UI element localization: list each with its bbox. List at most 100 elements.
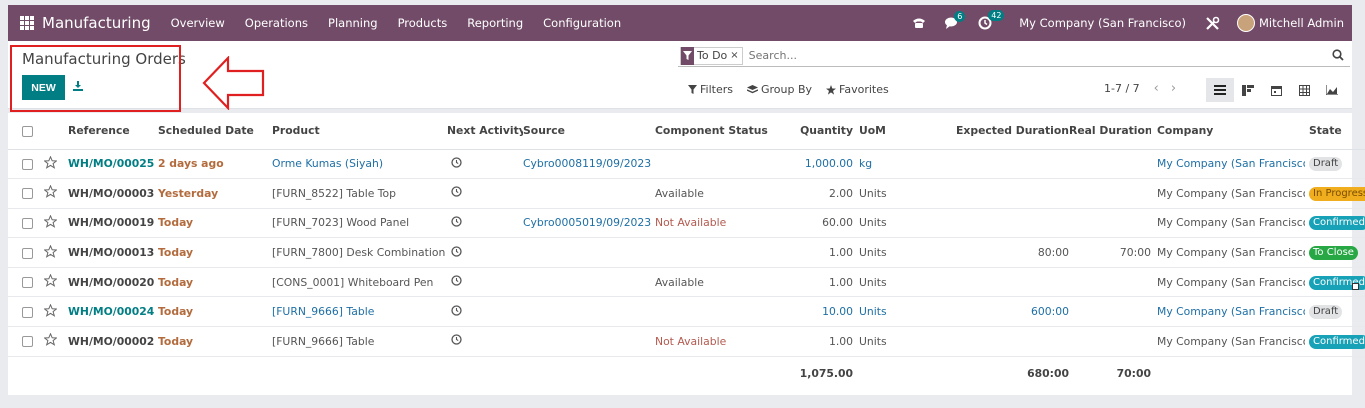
search-icon[interactable] <box>1332 49 1344 64</box>
col-reference[interactable]: Reference <box>68 113 158 150</box>
filter-icon <box>688 85 697 94</box>
total-expected-duration: 680:00 <box>1027 366 1069 380</box>
activity-clock-icon[interactable] <box>451 157 462 168</box>
annotation-highlight-box <box>10 45 181 112</box>
cell-reference[interactable]: WH/MO/00013 <box>68 237 158 268</box>
cell-product[interactable]: [FURN_9666] Table <box>272 296 447 328</box>
row-checkbox[interactable] <box>22 336 33 348</box>
row-checkbox[interactable] <box>22 158 33 170</box>
menu-configuration[interactable]: Configuration <box>543 16 621 30</box>
cell-product[interactable]: [FURN_9666] Table <box>272 326 447 357</box>
cell-real-duration <box>1069 296 1151 328</box>
tools-icon[interactable] <box>1205 16 1220 31</box>
cell-company: My Company (San Francisco) <box>1151 326 1305 357</box>
cell-scheduled-date: Yesterday <box>158 178 272 209</box>
facet-remove-icon[interactable]: × <box>730 50 741 61</box>
activity-clock-icon[interactable] <box>451 245 462 257</box>
cell-component-status <box>655 149 771 180</box>
resize-handle[interactable] <box>1352 283 1359 290</box>
activity-clock-icon[interactable] <box>451 186 462 198</box>
row-checkbox[interactable] <box>22 277 33 289</box>
cell-product[interactable]: [CONS_0001] Whiteboard Pen <box>272 267 447 298</box>
priority-star-icon[interactable] <box>44 303 58 317</box>
col-component-status[interactable]: Component Status <box>655 113 771 150</box>
priority-star-icon[interactable] <box>44 184 58 199</box>
cell-reference[interactable]: WH/MO/00024 <box>68 296 158 328</box>
col-uom[interactable]: UoM <box>853 113 913 150</box>
table-row[interactable]: WH/MO/00020 Today [CONS_0001] Whiteboard P… <box>8 267 1365 298</box>
pivot-view-icon[interactable] <box>1290 78 1318 102</box>
messages-icon[interactable]: 6 <box>944 10 966 30</box>
app-menu-icon[interactable] <box>20 16 34 30</box>
pager-next-icon[interactable]: › <box>1171 81 1176 96</box>
company-switcher[interactable]: My Company (San Francisco) <box>1019 16 1186 30</box>
search-input[interactable] <box>748 49 1309 62</box>
table-row[interactable]: WH/MO/00019 Today [FURN_7023] Wood Panel Cy… <box>8 208 1365 239</box>
filters-label: Filters <box>700 83 733 96</box>
calendar-view-icon[interactable] <box>1262 78 1290 102</box>
select-all-checkbox[interactable] <box>22 125 33 137</box>
filters-button[interactable]: Filters <box>688 83 733 96</box>
app-title[interactable]: Manufacturing <box>42 14 151 32</box>
cell-scheduled-date: Today <box>158 237 272 268</box>
col-company[interactable]: Company <box>1151 113 1305 150</box>
graph-view-icon[interactable] <box>1318 78 1346 102</box>
col-state[interactable]: State <box>1305 113 1365 150</box>
activities-icon[interactable]: 42 <box>978 10 1005 30</box>
cell-reference[interactable]: WH/MO/00025 <box>68 149 158 180</box>
table-row[interactable]: WH/MO/00013 Today [FURN_7800] Desk Combina… <box>8 237 1365 268</box>
col-source[interactable]: Source <box>523 113 655 150</box>
status-badge: Confirmed <box>1309 334 1365 349</box>
cell-expected-duration: 80:00 <box>913 237 1069 268</box>
cell-reference[interactable]: WH/MO/00002 <box>68 326 158 357</box>
menu-reporting[interactable]: Reporting <box>467 16 523 30</box>
col-expected-duration[interactable]: Expected Duration <box>913 113 1069 150</box>
priority-star-icon[interactable] <box>44 273 58 288</box>
user-avatar[interactable] <box>1236 14 1255 32</box>
col-next-activity[interactable]: Next Activity <box>447 113 523 150</box>
row-checkbox[interactable] <box>22 247 33 259</box>
table-row[interactable]: WH/MO/00002 Today [FURN_9666] Table Not Ava… <box>8 326 1365 357</box>
kanban-view-icon[interactable] <box>1234 78 1262 102</box>
priority-star-icon[interactable] <box>44 332 58 347</box>
priority-star-icon[interactable] <box>44 214 58 228</box>
table-row[interactable]: WH/MO/00003 Yesterday [FURN_8522] Table To… <box>8 178 1365 209</box>
cell-product[interactable]: [FURN_7023] Wood Panel <box>272 208 447 239</box>
cell-product[interactable]: [FURN_7800] Desk Combination <box>272 237 447 268</box>
cell-scheduled-date: Today <box>158 208 272 239</box>
row-checkbox[interactable] <box>22 188 33 200</box>
priority-star-icon[interactable] <box>44 155 58 169</box>
col-scheduled-date[interactable]: Scheduled Date <box>158 113 272 150</box>
mo-list: Reference Scheduled Date Product Next Ac… <box>8 113 1365 395</box>
menu-products[interactable]: Products <box>398 16 448 30</box>
menu-planning[interactable]: Planning <box>328 16 378 30</box>
col-quantity[interactable]: Quantity <box>771 113 853 150</box>
search-facet-todo[interactable]: To Do × <box>680 46 743 65</box>
favorites-button[interactable]: Favorites <box>826 83 889 96</box>
activity-clock-icon[interactable] <box>451 275 462 286</box>
col-product[interactable]: Product <box>272 113 447 150</box>
phone-icon[interactable] <box>912 17 926 29</box>
table-row[interactable]: WH/MO/00025 2 days ago Orme Kumas (Siyah) C… <box>8 149 1365 180</box>
row-checkbox[interactable] <box>22 306 33 318</box>
activity-clock-icon[interactable] <box>451 216 462 227</box>
cell-product[interactable]: Orme Kumas (Siyah) <box>272 149 447 180</box>
group-by-button[interactable]: Group By <box>746 83 812 96</box>
menu-overview[interactable]: Overview <box>171 16 225 30</box>
cell-product[interactable]: [FURN_8522] Table Top <box>272 178 447 209</box>
user-menu[interactable]: Mitchell Admin <box>1259 16 1344 30</box>
list-view-icon[interactable] <box>1206 78 1234 102</box>
cell-reference[interactable]: WH/MO/00003 <box>68 178 158 209</box>
cell-reference[interactable]: WH/MO/00020 <box>68 267 158 298</box>
pager-value[interactable]: 1-7 / 7 <box>1104 82 1140 95</box>
menu-operations[interactable]: Operations <box>245 16 308 30</box>
activity-clock-icon[interactable] <box>451 305 462 316</box>
pager-previous-icon[interactable]: ‹ <box>1154 81 1159 96</box>
activity-clock-icon[interactable] <box>451 334 462 346</box>
col-real-duration[interactable]: Real Duration <box>1069 113 1151 150</box>
cell-reference[interactable]: WH/MO/00019 <box>68 208 158 239</box>
row-checkbox[interactable] <box>22 217 33 229</box>
systray: 6 42 My Company (San Francisco) Mitchell… <box>903 5 1352 41</box>
table-row[interactable]: WH/MO/00024 Today [FURN_9666] Table 10.00 Un… <box>8 296 1365 328</box>
priority-star-icon[interactable] <box>44 244 58 258</box>
